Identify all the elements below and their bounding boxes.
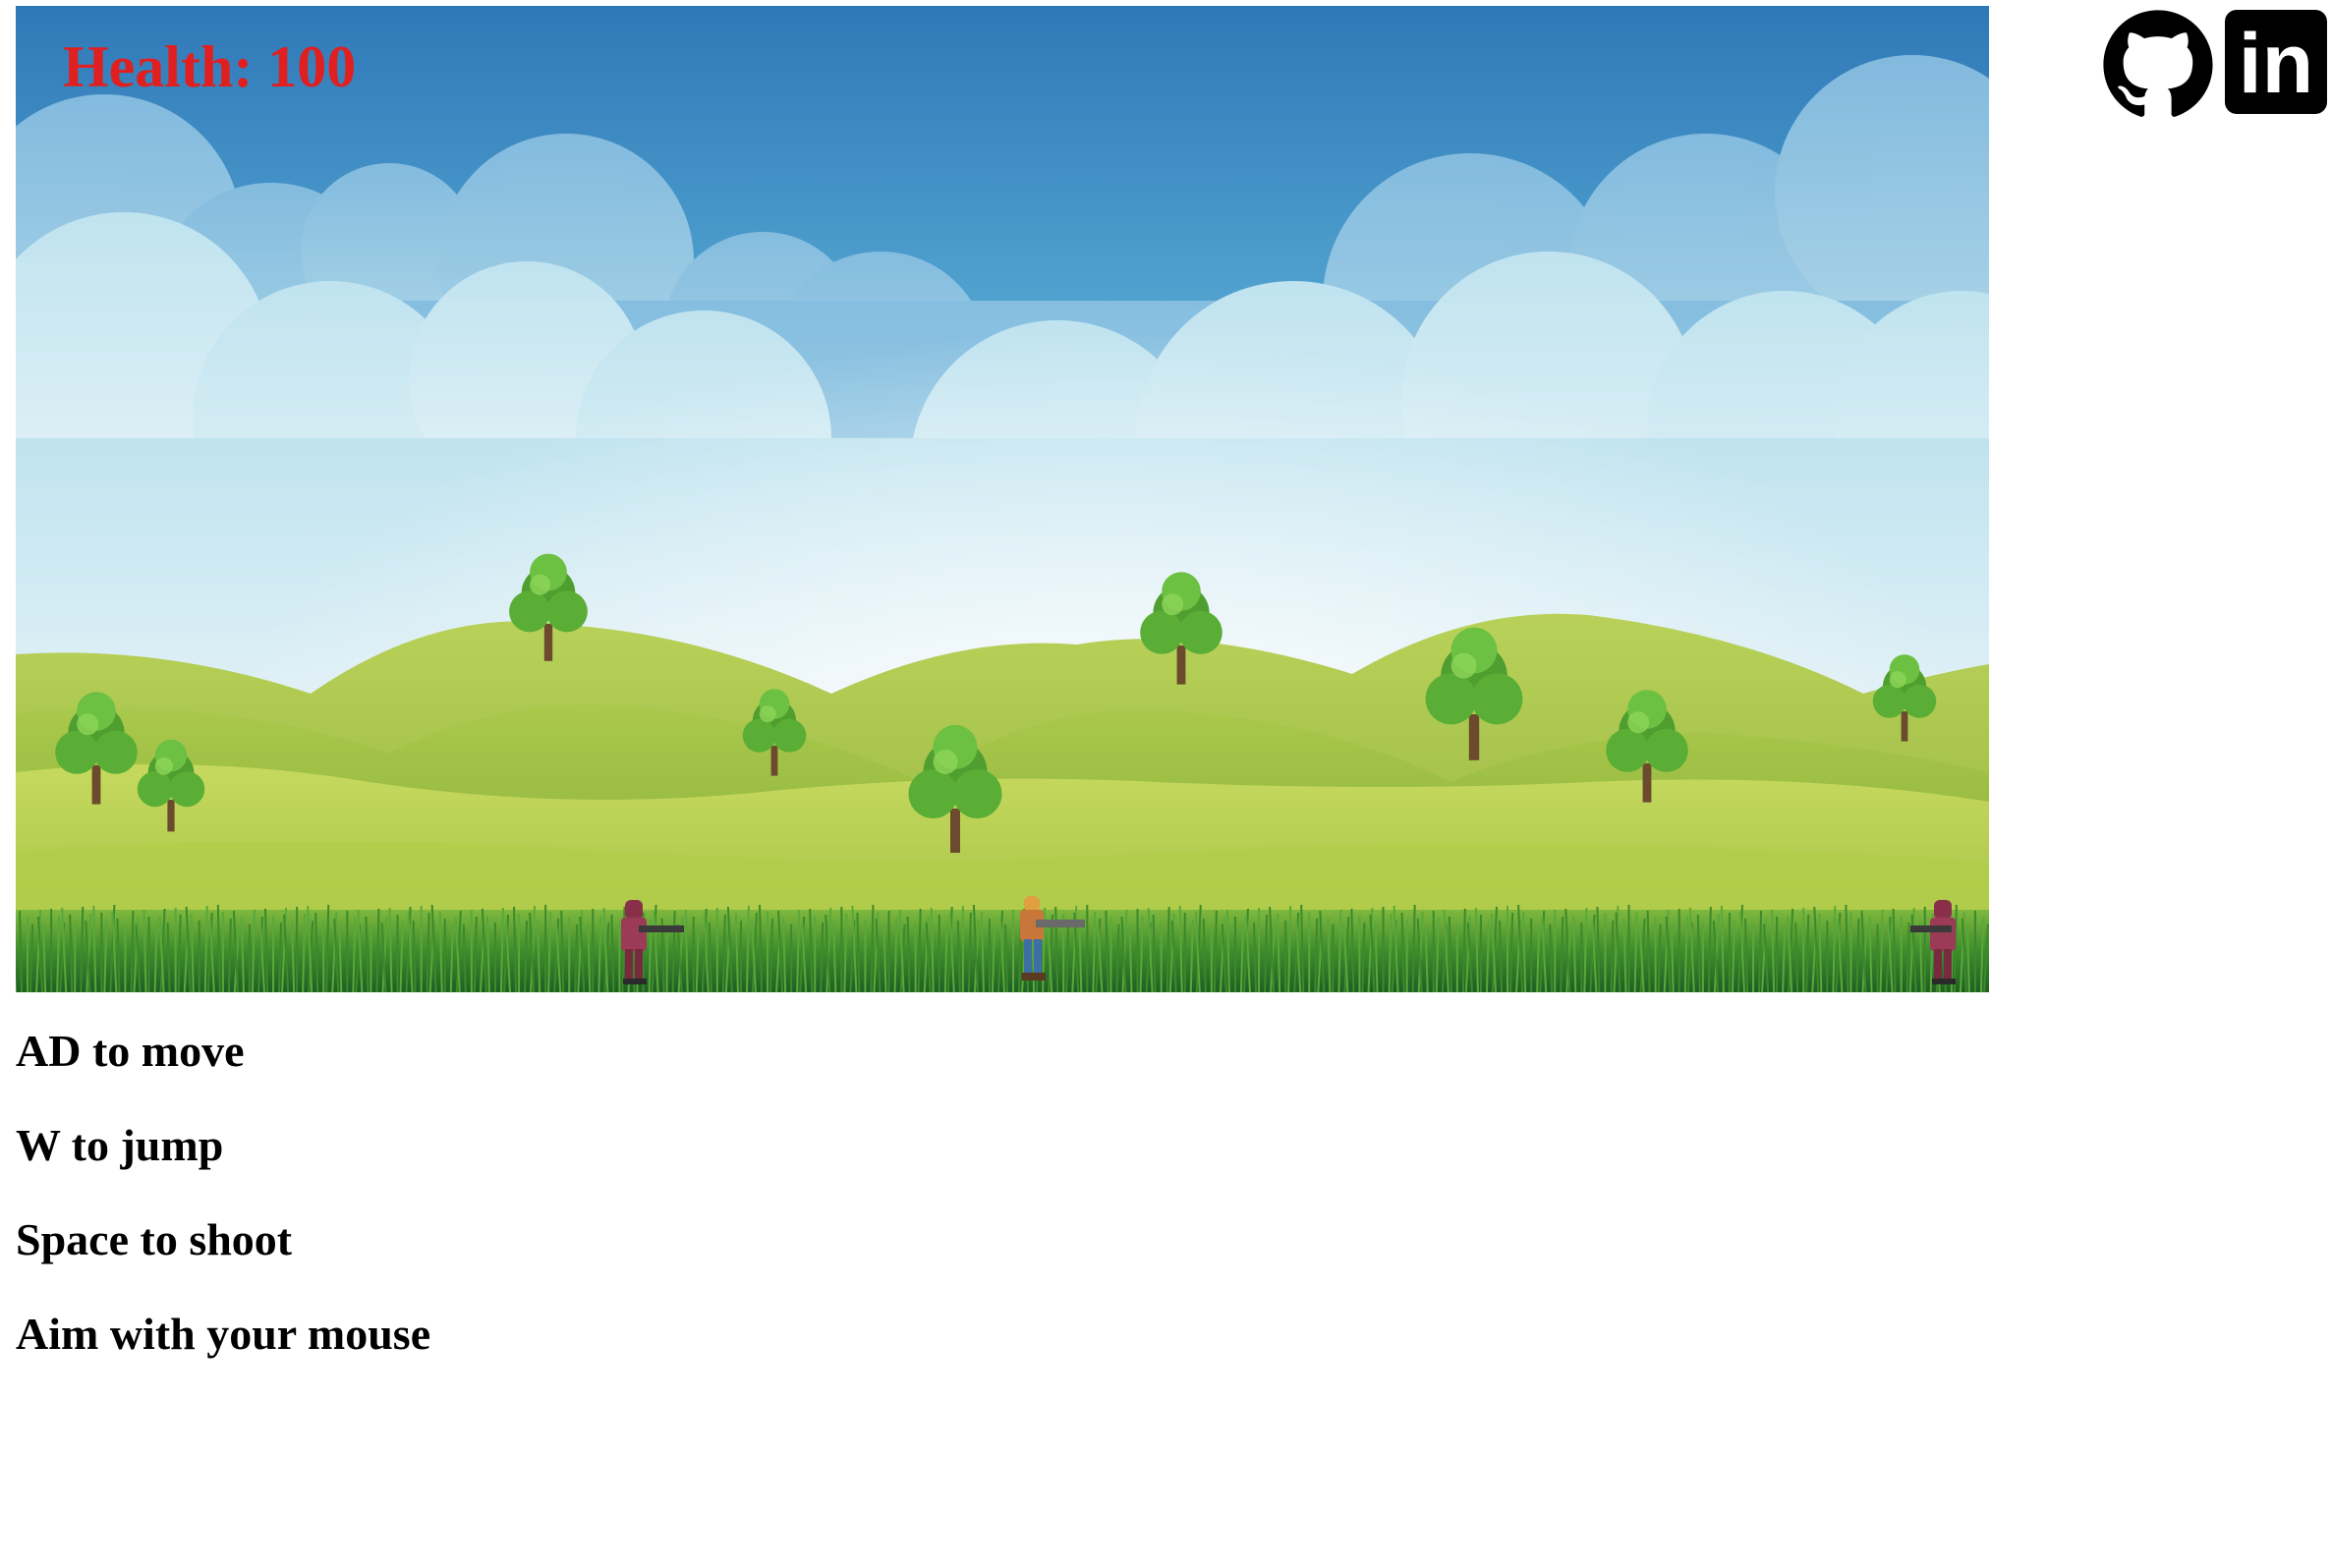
game-canvas[interactable]: Health: 100 bbox=[16, 6, 1989, 992]
instruction-jump: W to jump bbox=[16, 1120, 224, 1170]
controls-instructions: AD to move W to jump Space to shoot Aim … bbox=[16, 1028, 430, 1405]
health-display: Health: 100 bbox=[63, 34, 357, 99]
linkedin-icon: in bbox=[2225, 10, 2327, 114]
linkedin-icon-text: in bbox=[2239, 17, 2313, 111]
instruction-move: AD to move bbox=[16, 1026, 245, 1076]
linkedin-link[interactable]: in bbox=[2223, 8, 2329, 116]
github-link[interactable] bbox=[2099, 8, 2217, 122]
github-icon bbox=[2103, 10, 2213, 117]
instruction-aim: Aim with your mouse bbox=[16, 1309, 431, 1359]
social-links: in bbox=[2099, 8, 2331, 122]
instruction-shoot: Space to shoot bbox=[16, 1214, 293, 1264]
